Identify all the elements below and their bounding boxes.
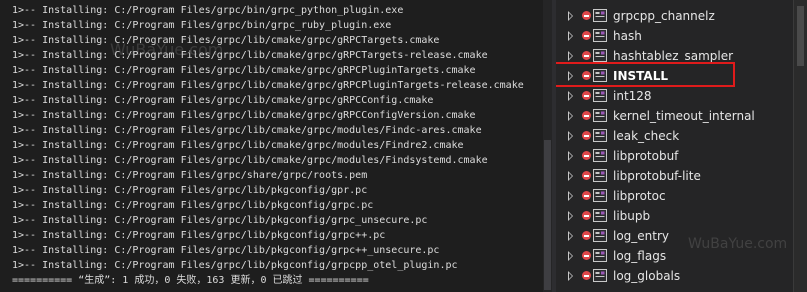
output-line: 1>-- Installing: C:/Program Files/grpc/s… xyxy=(12,170,368,181)
output-line: 1>-- Installing: C:/Program Files/grpc/b… xyxy=(12,5,404,16)
output-line: 1>-- Installing: C:/Program Files/grpc/l… xyxy=(12,50,488,61)
error-status-icon xyxy=(582,251,591,260)
tree-item-label: leak_check xyxy=(613,129,680,143)
tree-item-libprotobuf-lite[interactable]: libprotobuf-lite xyxy=(556,166,792,186)
output-pane[interactable]: 1>-- Installing: C:/Program Files/grpc/b… xyxy=(0,0,552,292)
error-status-icon xyxy=(582,271,591,280)
output-scrollbar-thumb[interactable] xyxy=(544,140,551,290)
output-line: 1>-- Installing: C:/Program Files/grpc/l… xyxy=(12,155,488,166)
tree-item-int128[interactable]: int128 xyxy=(556,86,792,106)
chevron-right-icon[interactable] xyxy=(568,231,573,241)
chevron-right-icon[interactable] xyxy=(568,51,573,61)
tree-item-label: log_flags xyxy=(613,249,667,263)
tree-item-label: int128 xyxy=(613,89,652,103)
tree-item-install[interactable]: INSTALL xyxy=(556,62,792,87)
chevron-right-icon[interactable] xyxy=(568,91,573,101)
chevron-right-icon[interactable] xyxy=(568,211,573,221)
output-line: 1>-- Installing: C:/Program Files/grpc/l… xyxy=(12,80,524,91)
error-status-icon xyxy=(582,11,591,20)
tree-item-log-entry[interactable]: log_entry xyxy=(556,226,792,246)
cpp-project-icon xyxy=(593,229,607,242)
error-status-icon xyxy=(582,51,591,60)
output-line: 1>-- Installing: C:/Program Files/grpc/b… xyxy=(12,20,392,31)
tree-item-leak-check[interactable]: leak_check xyxy=(556,126,792,146)
error-status-icon xyxy=(582,211,591,220)
tree-item-label: libupb xyxy=(613,209,651,223)
tree-item-label: INSTALL xyxy=(613,69,668,83)
chevron-right-icon[interactable] xyxy=(568,251,573,261)
solution-explorer-tree[interactable]: grpcpp_channelzhash hashtablez_sampler INS… xyxy=(556,0,807,292)
cpp-project-icon xyxy=(593,49,607,62)
tree-item-libupb[interactable]: libupb xyxy=(556,206,792,226)
cpp-project-icon xyxy=(593,9,607,22)
tree-item-hash[interactable]: hash xyxy=(556,26,792,46)
ide-window: 1>-- Installing: C:/Program Files/grpc/b… xyxy=(0,0,807,292)
output-line: 1>-- Installing: C:/Program Files/grpc/l… xyxy=(12,65,476,76)
chevron-right-icon[interactable] xyxy=(568,271,573,281)
error-status-icon xyxy=(582,231,591,240)
tree-item-label: log_entry xyxy=(613,229,670,243)
error-status-icon xyxy=(582,111,591,120)
error-status-icon xyxy=(582,71,591,80)
explorer-scrollbar-thumb[interactable] xyxy=(797,6,804,66)
cpp-project-icon xyxy=(593,109,607,122)
output-scrollbar[interactable] xyxy=(543,0,552,292)
cpp-project-icon xyxy=(593,129,607,142)
tree-item-log-globals[interactable]: log_globals xyxy=(556,266,792,286)
tree-item-libprotobuf[interactable]: libprotobuf xyxy=(556,146,792,166)
tree-item-label: libprotoc xyxy=(613,189,666,203)
tree-item-libprotoc[interactable]: libprotoc xyxy=(556,186,792,206)
cpp-project-icon xyxy=(593,269,607,282)
output-line: 1>-- Installing: C:/Program Files/grpc/l… xyxy=(12,95,434,106)
tree-item-hashtablez-sampler[interactable]: hashtablez_sampler xyxy=(556,46,792,66)
output-line: 1>-- Installing: C:/Program Files/grpc/l… xyxy=(12,230,386,241)
output-line: 1>-- Installing: C:/Program Files/grpc/l… xyxy=(12,260,458,271)
tree-item-label: libprotobuf xyxy=(613,149,679,163)
output-line: 1>-- Installing: C:/Program Files/grpc/l… xyxy=(12,215,428,226)
chevron-right-icon[interactable] xyxy=(568,111,573,121)
tree-item-label: grpcpp_channelz xyxy=(613,9,715,23)
output-line: 1>-- Installing: C:/Program Files/grpc/l… xyxy=(12,140,464,151)
cpp-project-icon xyxy=(593,69,607,82)
output-log: 1>-- Installing: C:/Program Files/grpc/b… xyxy=(12,3,552,288)
output-line: 1>-- Installing: C:/Program Files/grpc/l… xyxy=(12,185,368,196)
cpp-project-icon xyxy=(593,249,607,262)
error-status-icon xyxy=(582,31,591,40)
tree-item-label: kernel_timeout_internal xyxy=(613,109,755,123)
cpp-project-icon xyxy=(593,89,607,102)
explorer-scrollbar[interactable] xyxy=(793,0,807,292)
chevron-right-icon[interactable] xyxy=(568,11,573,21)
cpp-project-icon xyxy=(593,29,607,42)
tree-item-label: libprotobuf-lite xyxy=(613,169,701,183)
error-status-icon xyxy=(582,91,591,100)
output-line: 1>-- Installing: C:/Program Files/grpc/l… xyxy=(12,125,482,136)
tree-item-label: hash xyxy=(613,29,642,43)
cpp-project-icon xyxy=(593,209,607,222)
tree-item-grpcpp-channelz[interactable]: grpcpp_channelz xyxy=(556,6,792,26)
error-status-icon xyxy=(582,191,591,200)
tree-item-label: log_globals xyxy=(613,269,681,283)
chevron-right-icon[interactable] xyxy=(568,191,573,201)
chevron-right-icon[interactable] xyxy=(568,71,573,81)
chevron-right-icon[interactable] xyxy=(568,131,573,141)
output-line: 1>-- Installing: C:/Program Files/grpc/l… xyxy=(12,35,440,46)
chevron-right-icon[interactable] xyxy=(568,171,573,181)
output-line: 1>-- Installing: C:/Program Files/grpc/l… xyxy=(12,200,374,211)
cpp-project-icon xyxy=(593,149,607,162)
chevron-right-icon[interactable] xyxy=(568,151,573,161)
output-line: 1>-- Installing: C:/Program Files/grpc/l… xyxy=(12,245,440,256)
tree-item-label: hashtablez_sampler xyxy=(613,49,734,63)
error-status-icon xyxy=(582,151,591,160)
tree-item-kernel-timeout-internal[interactable]: kernel_timeout_internal xyxy=(556,106,792,126)
output-line: 1>-- Installing: C:/Program Files/grpc/l… xyxy=(12,110,476,121)
cpp-project-icon xyxy=(593,169,607,182)
output-line: ========== “生成”: 1 成功，0 失败，163 更新，0 已跳过 … xyxy=(12,275,369,286)
tree-item-log-flags[interactable]: log_flags xyxy=(556,246,792,266)
error-status-icon xyxy=(582,171,591,180)
error-status-icon xyxy=(582,131,591,140)
chevron-right-icon[interactable] xyxy=(568,31,573,41)
cpp-project-icon xyxy=(593,189,607,202)
